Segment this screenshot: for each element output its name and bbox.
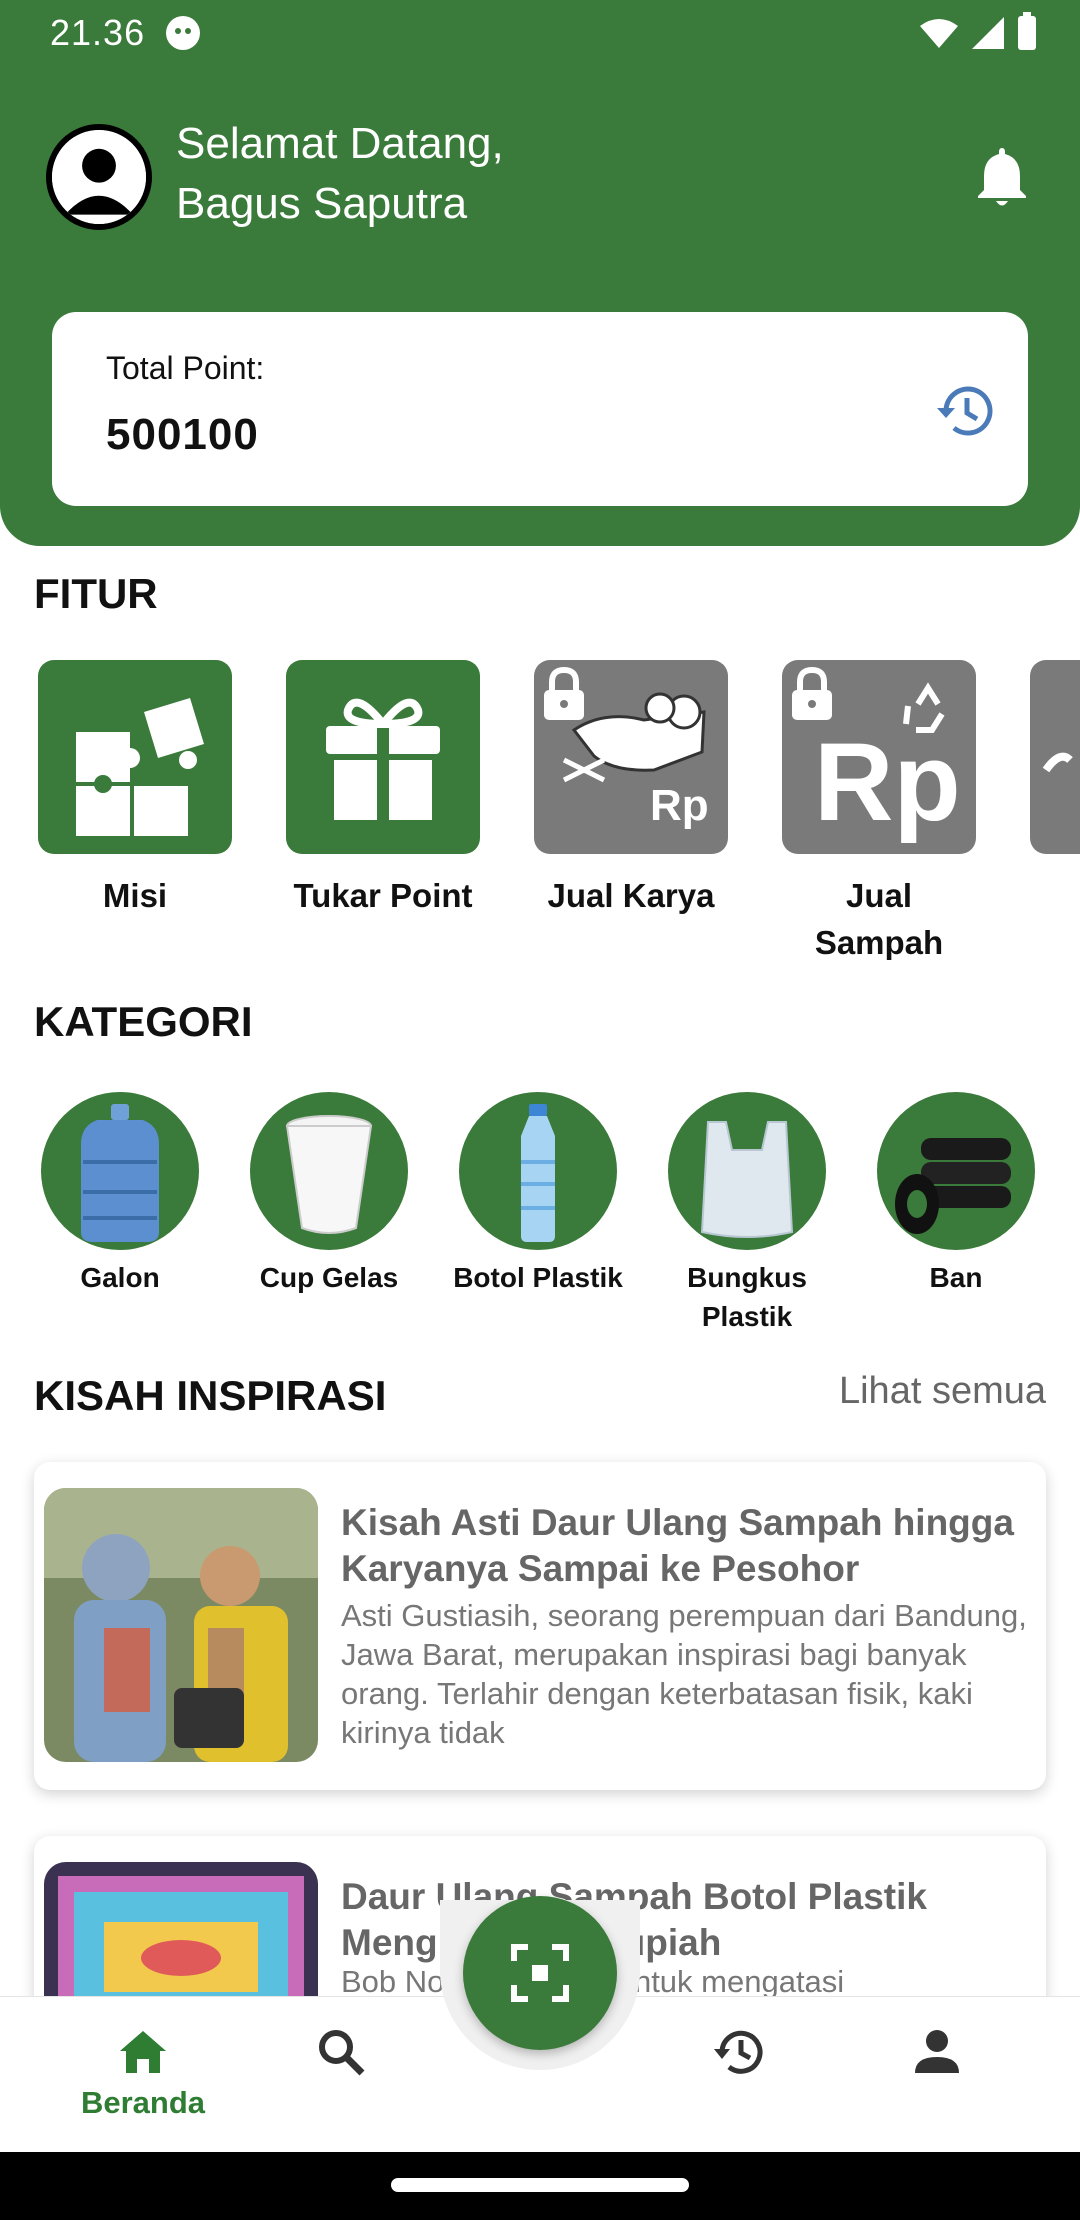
feature-label: Jual Sampah <box>814 877 944 960</box>
points-label: Total Point: <box>106 350 265 386</box>
plastic-cup-icon <box>285 1115 373 1234</box>
home-gesture-bar[interactable] <box>391 2178 689 2192</box>
status-time: 21.36 <box>50 12 146 53</box>
category-circle <box>877 1092 1035 1250</box>
category-label: Galon <box>80 1262 160 1293</box>
category-circle <box>250 1092 408 1250</box>
history-icon <box>714 2030 763 2074</box>
cat-notification-icon <box>166 16 200 50</box>
feature-label: Jual Karya <box>547 877 715 914</box>
home-icon <box>120 2031 166 2073</box>
feature-tukar-point[interactable]: Tukar Point <box>286 660 480 919</box>
feature-label: Tukar Point <box>293 877 473 914</box>
category-label: Cup Gelas <box>259 1262 399 1293</box>
points-history-icon[interactable] <box>934 380 996 442</box>
story-excerpt: Asti Gustiasih, seorang perempuan dari B… <box>341 1598 1027 1750</box>
water-gallon-icon <box>81 1104 159 1242</box>
story-card[interactable]: Kisah Asti Daur Ulang Sampah hingga Kary… <box>34 1462 1046 1790</box>
bell-icon[interactable] <box>976 146 1028 208</box>
plastic-bag-icon <box>700 1121 794 1238</box>
status-bar: 21.36 <box>0 0 1080 66</box>
profile-icon <box>915 2030 959 2073</box>
feature-tile <box>38 660 232 854</box>
feature-label: Misi <box>102 877 168 914</box>
categories-row: Galon Cup Gelas Botol Plastik Bungkus Pl… <box>0 1092 1080 1342</box>
categories-title: KATEGORI <box>34 998 253 1045</box>
nav-profile[interactable] <box>857 1997 1017 2153</box>
category-botol-plastik[interactable]: Botol Plastik <box>448 1092 628 1297</box>
feature-tile: Rp <box>534 660 728 854</box>
category-ban[interactable]: Ban <box>866 1092 1046 1297</box>
category-cup-gelas[interactable]: Cup Gelas <box>239 1092 419 1297</box>
battery-icon <box>1018 12 1036 50</box>
search-icon <box>319 2030 365 2076</box>
nav-label: Beranda <box>80 2085 206 2120</box>
category-label: Ban <box>929 1262 983 1293</box>
feature-tile: Rp <box>782 660 976 854</box>
feature-misi[interactable]: Misi <box>38 660 232 919</box>
svg-text:Rp: Rp <box>814 721 961 844</box>
plastic-bottle-icon <box>521 1104 555 1242</box>
category-label: Botol Plastik <box>453 1262 623 1293</box>
feature-tile <box>1030 660 1080 854</box>
nav-beranda[interactable]: Beranda <box>63 1997 223 2153</box>
gift-icon <box>326 698 440 820</box>
features-row: Misi Tukar Point Rp Jual Karya Rp Jual S… <box>0 660 1080 960</box>
category-label: Bungkus Plastik <box>687 1262 807 1332</box>
signal-icon <box>972 17 1004 49</box>
lock-icon <box>544 666 584 720</box>
features-title: FITUR <box>34 570 158 617</box>
feature-jual-sampah[interactable]: Rp Jual Sampah <box>782 660 976 960</box>
svg-text:Rp: Rp <box>650 781 709 830</box>
partial-feature-icon <box>1042 752 1073 773</box>
see-all-link[interactable]: Lihat semua <box>839 1370 1046 1413</box>
category-bungkus-plastik[interactable]: Bungkus Plastik <box>657 1092 837 1336</box>
welcome-text: Selamat Datang, Bagus Saputra <box>176 114 504 234</box>
status-icons <box>920 12 1036 50</box>
story-image <box>44 1488 318 1762</box>
nav-history[interactable] <box>659 1997 819 2153</box>
feature-partial[interactable]: Ko <box>1030 660 1080 919</box>
story-title: Kisah Asti Daur Ulang Sampah hingga Kary… <box>341 1502 1014 1589</box>
scan-button[interactable] <box>463 1896 617 2050</box>
user-name: Bagus Saputra <box>176 179 468 228</box>
lock-icon <box>792 666 832 720</box>
wifi-icon <box>920 19 958 48</box>
tire-icon <box>895 1138 1011 1234</box>
category-circle <box>668 1092 826 1250</box>
stories-title: KISAH INSPIRASI <box>34 1372 387 1419</box>
nav-search[interactable] <box>261 1997 421 2153</box>
puzzle-icon <box>76 698 204 836</box>
points-card: Total Point: 500100 <box>52 312 1028 506</box>
greeting-line: Selamat Datang, <box>176 119 504 168</box>
user-avatar-icon <box>52 130 146 224</box>
system-nav-bar <box>0 2152 1080 2220</box>
category-circle <box>41 1092 199 1250</box>
category-circle <box>459 1092 617 1250</box>
scan-icon <box>511 1944 569 2002</box>
feature-label: Ko <box>1030 872 1080 919</box>
story-photo <box>44 1488 318 1762</box>
avatar[interactable] <box>46 124 152 230</box>
feature-jual-karya[interactable]: Rp Jual Karya <box>534 660 728 919</box>
points-value: 500100 <box>106 410 259 459</box>
category-galon[interactable]: Galon <box>30 1092 210 1297</box>
feature-tile <box>286 660 480 854</box>
